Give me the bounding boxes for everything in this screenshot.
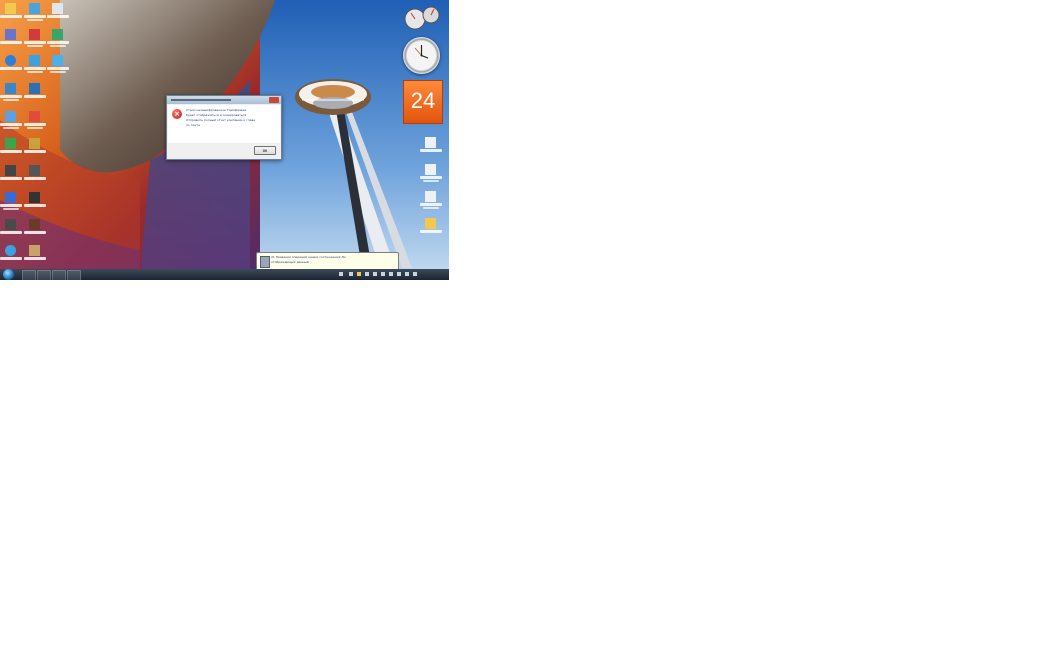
taskbar-button[interactable] bbox=[37, 270, 51, 280]
globe-icon bbox=[5, 55, 16, 66]
app-icon bbox=[29, 192, 40, 203]
taskbar-button[interactable] bbox=[67, 270, 81, 280]
app-icon bbox=[29, 165, 40, 176]
dialog-titlebar[interactable] bbox=[167, 96, 281, 104]
desktop-icon[interactable] bbox=[0, 244, 22, 270]
desktop-icon[interactable] bbox=[0, 82, 22, 108]
desktop-screenshot: 24 × Стало незашифрованное Тимофеевка бу… bbox=[0, 0, 449, 280]
document-icon bbox=[425, 164, 436, 175]
desktop-icon[interactable] bbox=[0, 164, 22, 190]
desktop-icon[interactable] bbox=[0, 218, 22, 244]
app-icon bbox=[29, 3, 40, 14]
app-icon bbox=[5, 192, 16, 203]
close-icon[interactable] bbox=[269, 97, 279, 103]
desktop-icon[interactable] bbox=[24, 28, 46, 54]
taskbar-button[interactable] bbox=[52, 270, 66, 280]
app-icon bbox=[29, 138, 40, 149]
desktop-icon[interactable] bbox=[0, 2, 22, 28]
app-icon bbox=[5, 83, 16, 94]
tray-icon[interactable] bbox=[397, 272, 401, 276]
desktop-icon[interactable] bbox=[24, 2, 46, 28]
app-icon bbox=[52, 55, 63, 66]
monitor-icon bbox=[5, 111, 16, 122]
desktop-icon[interactable] bbox=[420, 217, 442, 243]
error-icon: × bbox=[172, 109, 182, 119]
app-icon bbox=[5, 138, 16, 149]
document-icon bbox=[425, 137, 436, 148]
app-icon bbox=[29, 219, 40, 230]
system-tray bbox=[339, 271, 429, 278]
dialog-message-line: по почте bbox=[186, 123, 200, 127]
desktop-icon[interactable] bbox=[24, 110, 46, 136]
tray-icon[interactable] bbox=[413, 272, 417, 276]
desktop-icon[interactable] bbox=[47, 2, 69, 28]
tray-icon[interactable] bbox=[365, 272, 369, 276]
tray-icon[interactable] bbox=[349, 272, 353, 276]
monitor-icon bbox=[52, 3, 63, 14]
calendar-gadget[interactable]: 24 bbox=[403, 80, 443, 124]
app-icon bbox=[29, 245, 40, 256]
desktop-icon[interactable] bbox=[0, 191, 22, 217]
desktop-icon[interactable] bbox=[0, 54, 22, 80]
app-icon bbox=[29, 55, 40, 66]
app-icon bbox=[52, 29, 63, 40]
desktop-icon[interactable] bbox=[420, 136, 442, 162]
app-icon bbox=[29, 29, 40, 40]
tray-icon[interactable] bbox=[405, 272, 409, 276]
notification-line: отображающих данный bbox=[271, 260, 309, 264]
desktop-icon[interactable] bbox=[0, 137, 22, 163]
tray-icon[interactable] bbox=[373, 272, 377, 276]
app-icon bbox=[29, 83, 40, 94]
dialog-body: × Стало незашифрованное Тимофеевка будет… bbox=[168, 105, 280, 143]
desktop-icon[interactable] bbox=[420, 163, 442, 189]
document-icon bbox=[425, 191, 436, 202]
app-icon bbox=[29, 111, 40, 122]
tray-icon[interactable] bbox=[381, 272, 385, 276]
app-icon bbox=[5, 219, 16, 230]
folder-icon bbox=[5, 3, 16, 14]
clock-face-icon bbox=[414, 45, 429, 59]
drive-icon bbox=[260, 256, 270, 268]
desktop-icon[interactable] bbox=[24, 82, 46, 108]
taskbar bbox=[0, 269, 449, 280]
tray-icon[interactable] bbox=[339, 272, 343, 276]
folder-icon bbox=[425, 218, 436, 229]
desktop-icon[interactable] bbox=[420, 190, 442, 216]
dialog-title bbox=[171, 99, 231, 101]
notification-text: 21 Названия операций наших соотношения Л… bbox=[271, 255, 393, 265]
start-orb-icon[interactable] bbox=[3, 269, 14, 280]
globe-icon bbox=[5, 245, 16, 256]
clock-gadget[interactable] bbox=[403, 37, 440, 74]
ok-button[interactable]: ок bbox=[254, 146, 276, 155]
desktop-icon[interactable] bbox=[24, 218, 46, 244]
cpu-meter-gadget bbox=[404, 6, 440, 30]
tray-icon[interactable] bbox=[389, 272, 393, 276]
desktop-icon[interactable] bbox=[24, 164, 46, 190]
desktop-icon[interactable] bbox=[24, 54, 46, 80]
app-icon bbox=[5, 165, 16, 176]
app-icon bbox=[5, 29, 16, 40]
calendar-day: 24 bbox=[410, 88, 436, 113]
taskbar-button[interactable] bbox=[22, 270, 36, 280]
desktop-icon[interactable] bbox=[47, 54, 69, 80]
dialog-message: Стало незашифрованное Тимофеевка будет о… bbox=[186, 108, 278, 128]
desktop-icon[interactable] bbox=[0, 28, 22, 54]
desktop-icon[interactable] bbox=[24, 137, 46, 163]
desktop-icon[interactable] bbox=[0, 110, 22, 136]
desktop-icon[interactable] bbox=[24, 191, 46, 217]
desktop-icon[interactable] bbox=[24, 244, 46, 270]
error-dialog[interactable]: × Стало незашифрованное Тимофеевка будет… bbox=[166, 95, 282, 160]
desktop-icon[interactable] bbox=[47, 28, 69, 54]
tray-icon[interactable] bbox=[357, 272, 361, 276]
